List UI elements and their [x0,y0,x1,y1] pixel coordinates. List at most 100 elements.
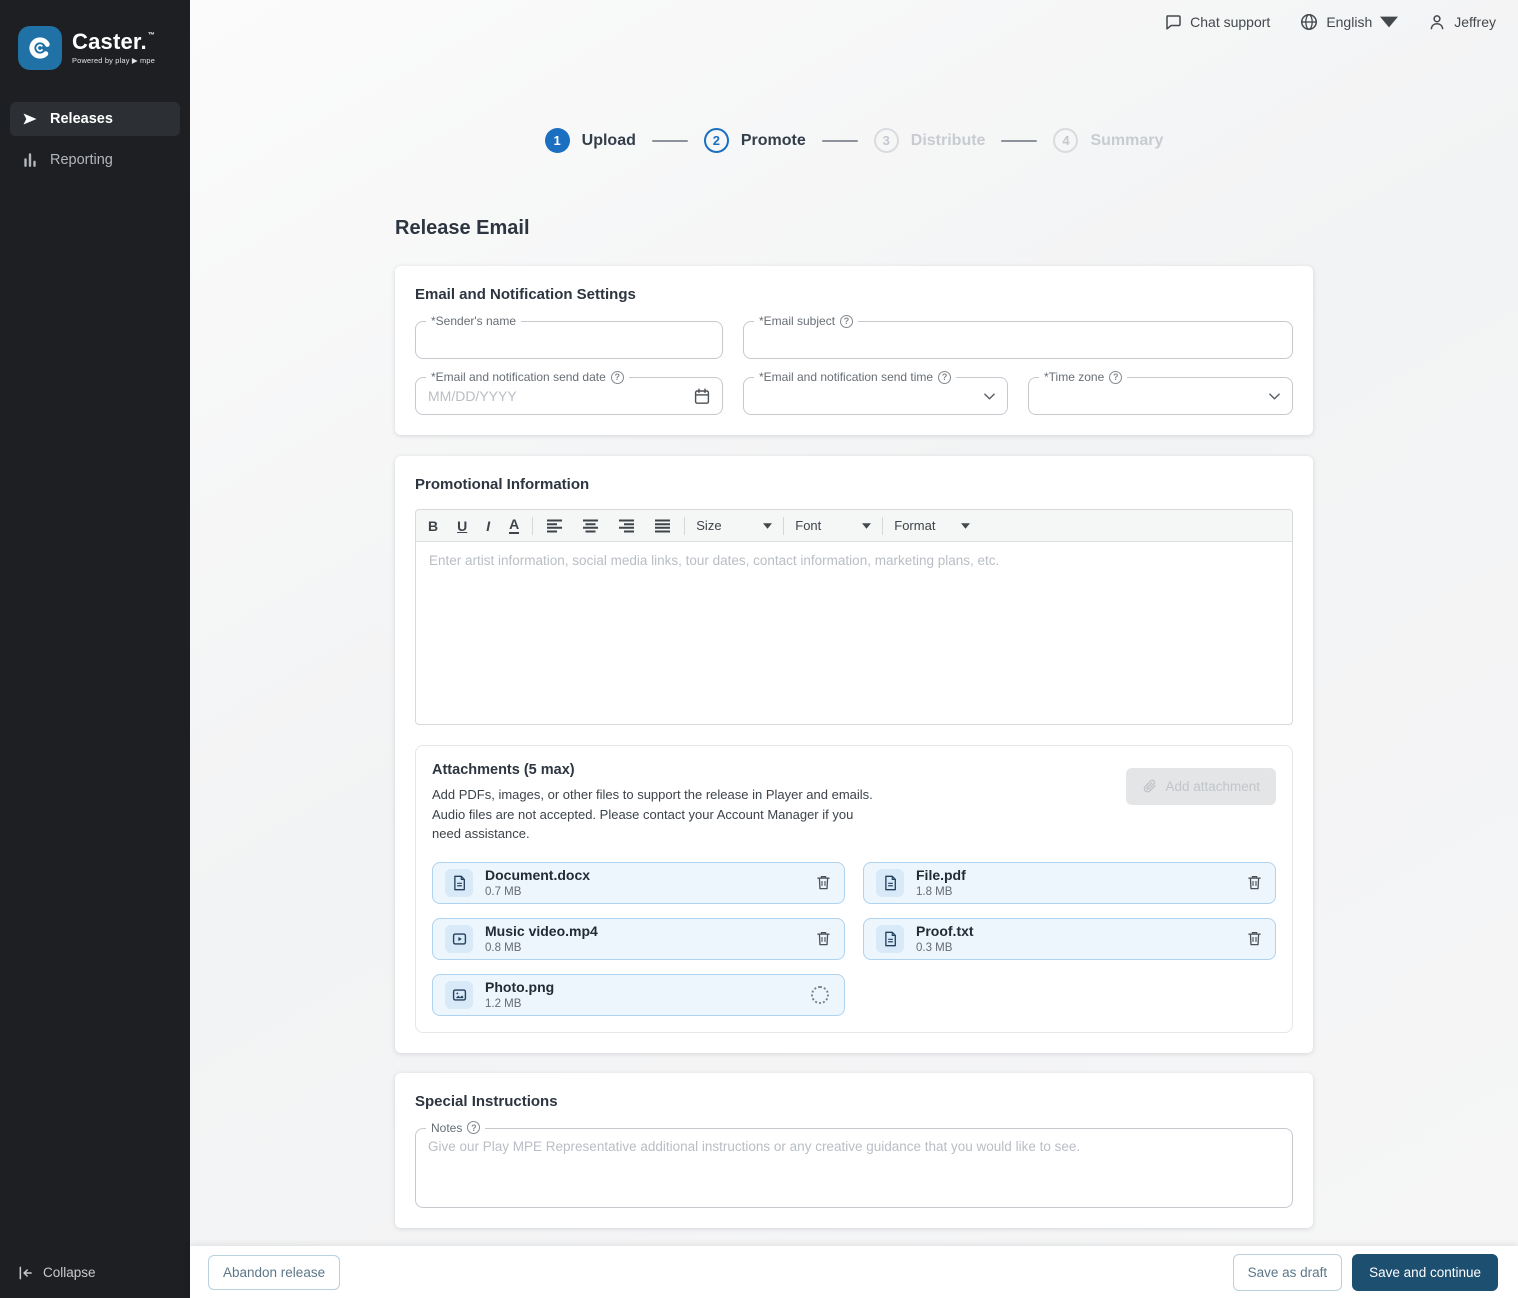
caret-down-icon [961,523,970,529]
attachments-grid: Document.docx 0.7 MB File.pdf 1.8 MB [432,862,1276,1016]
editor-text-area[interactable]: Enter artist information, social media l… [416,542,1292,724]
stepper: 1 Upload 2 Promote 3 Distribute 4 Summar… [190,128,1518,153]
bold-button[interactable]: B [428,519,438,533]
size-select[interactable]: Size [685,510,783,541]
trash-icon [1248,931,1261,946]
attachment-chip: Music video.mp4 0.8 MB [432,918,845,960]
send-time-input[interactable] [756,388,984,404]
delete-attachment-button[interactable] [815,873,832,892]
time-zone-field[interactable]: *Time zone ? [1028,377,1293,415]
notes-field[interactable]: Notes ? [415,1128,1293,1208]
save-as-draft-button[interactable]: Save as draft [1233,1254,1343,1291]
file-size: 1.8 MB [916,886,1234,898]
trash-icon [1248,875,1261,890]
chat-support-button[interactable]: Chat support [1164,13,1270,31]
label-text: *Email and notification send date [431,370,606,384]
step-upload[interactable]: 1 Upload [545,128,636,153]
help-icon[interactable]: ? [611,371,624,384]
italic-button[interactable]: I [486,519,490,533]
font-select[interactable]: Font [784,510,882,541]
file-type-tile [445,925,473,953]
abandon-release-button[interactable]: Abandon release [208,1255,340,1290]
email-subject-label: *Email subject ? [754,314,858,328]
align-center-button[interactable] [582,519,599,533]
step-summary[interactable]: 4 Summary [1053,128,1163,153]
step-promote[interactable]: 2 Promote [704,128,806,153]
delete-attachment-button[interactable] [1246,873,1263,892]
bar-chart-icon [22,152,38,168]
attachment-chip: File.pdf 1.8 MB [863,862,1276,904]
align-right-button[interactable] [618,519,635,533]
file-type-tile [876,869,904,897]
time-zone-label: *Time zone ? [1039,370,1127,384]
collapse-sidebar-button[interactable]: Collapse [0,1247,190,1298]
notes-textarea[interactable] [428,1139,1280,1197]
attachment-chip: Proof.txt 0.3 MB [863,918,1276,960]
editor-toolbar: B U I A [416,510,1292,542]
sidebar: Caster.™ Powered by play ▶ mpe Releases … [0,0,190,1298]
sender-name-label: *Sender's name [426,314,521,328]
delete-attachment-button[interactable] [815,929,832,948]
collapse-icon [18,1266,33,1280]
caret-down-icon [763,523,772,529]
brand-trademark: ™ [148,32,155,39]
sidebar-item-releases[interactable]: Releases [10,102,180,136]
globe-icon [1300,13,1318,31]
file-info: Music video.mp4 0.8 MB [485,923,803,953]
underline-button[interactable]: U [457,519,467,533]
help-icon[interactable]: ? [1109,371,1122,384]
promotional-info-title: Promotional Information [415,476,1293,493]
brand: Caster.™ Powered by play ▶ mpe [0,0,190,102]
font-select-label: Font [795,518,821,533]
help-icon[interactable]: ? [467,1121,480,1134]
time-zone-input[interactable] [1041,388,1269,404]
caret-down-icon [1380,13,1398,31]
email-subject-input[interactable] [756,332,1280,348]
sidebar-item-reporting[interactable]: Reporting [10,143,180,177]
calendar-picker-button[interactable] [694,388,710,405]
format-select[interactable]: Format [883,510,981,541]
help-icon[interactable]: ? [840,315,853,328]
send-time-field[interactable]: *Email and notification send time ? [743,377,1008,415]
step-number: 1 [545,128,570,153]
font-color-button[interactable]: A [509,517,519,534]
file-size: 0.8 MB [485,942,803,954]
document-file-icon [452,875,467,891]
step-distribute[interactable]: 3 Distribute [874,128,986,153]
step-number: 4 [1053,128,1078,153]
align-left-button[interactable] [546,519,563,533]
language-selector[interactable]: English [1300,13,1398,31]
document-file-icon [883,875,898,891]
file-name: Document.docx [485,867,803,883]
attachments-description: Add PDFs, images, or other files to supp… [432,785,874,844]
calendar-icon [694,388,710,405]
attachments-section: Attachments (5 max) Add PDFs, images, or… [415,745,1293,1033]
save-and-continue-button[interactable]: Save and continue [1352,1254,1498,1291]
add-attachment-button[interactable]: Add attachment [1126,768,1276,805]
step-label: Distribute [911,132,986,150]
page-title: Release Email [395,217,1313,240]
file-type-tile [445,981,473,1009]
sender-name-input[interactable] [428,332,710,348]
help-icon[interactable]: ? [938,371,951,384]
file-type-tile [445,869,473,897]
image-file-icon [452,987,467,1003]
label-text: Notes [431,1121,462,1135]
send-date-field[interactable]: *Email and notification send date ? [415,377,723,415]
footer-right-actions: Save as draft Save and continue [1233,1254,1498,1291]
align-center-icon [582,519,599,533]
trash-icon [817,875,830,890]
user-menu[interactable]: Jeffrey [1428,13,1496,31]
file-info: Proof.txt 0.3 MB [916,923,1234,953]
brand-name-text: Caster. [72,31,147,53]
file-name: Proof.txt [916,923,1234,939]
delete-attachment-button[interactable] [1246,929,1263,948]
user-name: Jeffrey [1454,14,1496,30]
send-date-input[interactable] [428,388,694,404]
align-right-icon [618,519,635,533]
email-subject-field[interactable]: *Email subject ? [743,321,1293,359]
align-justify-button[interactable] [654,519,671,533]
label-text: *Email subject [759,314,835,328]
sender-name-field[interactable]: *Sender's name [415,321,723,359]
step-number: 3 [874,128,899,153]
